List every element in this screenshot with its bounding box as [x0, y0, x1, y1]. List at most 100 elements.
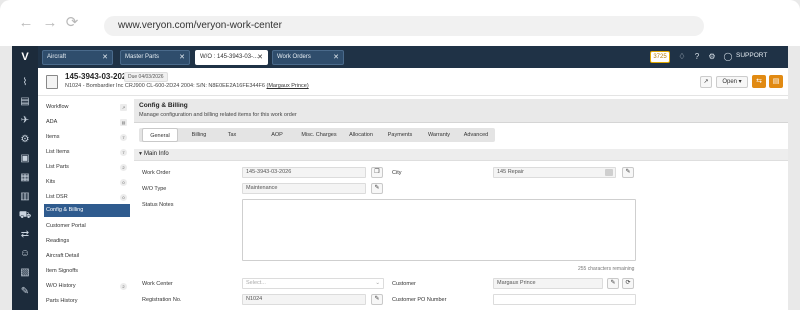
invoice-icon[interactable]: ▥ — [18, 190, 32, 204]
sidebar-item-ada[interactable]: ADA ▤ — [44, 116, 130, 129]
people-icon[interactable]: ☺ — [18, 247, 32, 261]
chart-icon[interactable]: ⌇ — [18, 76, 32, 90]
sidebar-item-list-parts[interactable]: List Parts 2 — [44, 161, 130, 174]
sidebar-item-label: Item Signoffs — [46, 268, 78, 274]
status-dropdown[interactable]: Open ▾ — [716, 76, 748, 88]
tool-icon[interactable]: ⚙ — [18, 133, 32, 147]
section-header: Config & Billing Manage configuration an… — [134, 99, 788, 123]
tab-work-order[interactable]: W/O : 145-3943-03-... ✕ — [195, 50, 268, 65]
copy-icon[interactable]: ❐ — [371, 167, 383, 178]
chevron-down-icon: ⌄ — [375, 280, 380, 286]
edit-icon[interactable]: ✎ — [371, 183, 383, 194]
work-center-placeholder: Select... — [246, 280, 266, 286]
app-window: V ⌇ ▤ ✈ ⚙ ▣ ▦ ▥ ⛟ ⇄ ☺ ▧ ✎ Aircraft ✕ Mast… — [12, 46, 788, 310]
wo-type-field: Maintenance — [242, 183, 366, 194]
tab-master-parts[interactable]: Master Parts ✕ — [120, 50, 190, 65]
sidebar-item-label: List DSR — [46, 194, 68, 200]
work-order-number: 145-3943-03-2026 — [65, 72, 131, 81]
sidebar-item-label: Customer Portal — [46, 223, 86, 229]
arrow-left-icon[interactable]: ← — [18, 15, 34, 31]
arrow-right-icon[interactable]: → — [42, 15, 58, 31]
close-icon[interactable]: ✕ — [257, 51, 263, 64]
status-notes-textarea[interactable] — [242, 199, 636, 261]
signoff-icon[interactable]: ⇆ — [752, 75, 766, 88]
tab-work-orders[interactable]: Work Orders ✕ — [272, 50, 344, 65]
close-icon[interactable]: ✕ — [102, 51, 108, 64]
gear-icon[interactable]: ⚙ — [706, 51, 718, 63]
tab-warranty[interactable]: Warranty — [422, 128, 456, 142]
city-value: 145 Repair — [497, 169, 524, 175]
sidebar-item-label: Kits — [46, 179, 56, 185]
cart-icon[interactable]: ⛟ — [18, 209, 32, 223]
user-icon[interactable]: ◯ — [722, 51, 734, 63]
sidebar-item-kits[interactable]: Kits 0 — [44, 176, 130, 189]
tab-label: Aircraft — [47, 54, 67, 60]
briefcase-icon[interactable]: ▣ — [18, 152, 32, 166]
help-icon[interactable]: ? — [691, 51, 703, 63]
support-link[interactable]: SUPPORT — [736, 52, 767, 59]
sidebar-item-label: W/O History — [46, 283, 76, 289]
sidebar-item-config-billing[interactable]: Config & Billing — [44, 204, 130, 217]
count-badge: 0 — [120, 194, 127, 201]
report-icon[interactable]: ▧ — [18, 266, 32, 280]
edit-icon[interactable]: ✎ — [371, 294, 383, 305]
description-text: N1024 - Bombardier Inc CRJ900 CL-600-2D2… — [65, 83, 265, 89]
browser-toolbar: ← → ⟳ www.veryon.com/veryon-work-center — [0, 0, 800, 46]
sidebar-item-list-items[interactable]: List Items 7 — [44, 146, 130, 159]
customer-po-input[interactable] — [493, 294, 636, 305]
sidebar-item-label: Aircraft Detail — [46, 253, 80, 259]
tab-aircraft[interactable]: Aircraft ✕ — [42, 50, 113, 65]
tab-misc-charges[interactable]: Misc. Charges — [297, 128, 341, 142]
registration-field: N1024 — [242, 294, 366, 305]
status-label: Open — [722, 79, 737, 85]
tab-label: Master Parts — [125, 54, 160, 60]
print-icon[interactable]: ▤ — [769, 75, 783, 88]
wrench-icon[interactable]: ✎ — [18, 285, 32, 299]
main-info-label: Main Info — [144, 151, 169, 157]
work-order-field: 145-3943-03-2026 — [242, 167, 366, 178]
tab-payments[interactable]: Payments — [382, 128, 418, 142]
sidebar-item-label: List Items — [46, 149, 70, 155]
sidebar-item-wo-history[interactable]: W/O History 2 — [44, 280, 130, 293]
caret-down-icon: ▼ — [138, 151, 143, 157]
sidebar-item-item-signoffs[interactable]: Item Signoffs — [44, 265, 130, 278]
main-info-header[interactable]: ▼ Main Info — [134, 149, 788, 161]
edit-icon[interactable]: ✎ — [607, 278, 619, 289]
edit-icon[interactable]: ✎ — [622, 167, 634, 178]
sidebar-item-workflow[interactable]: Workflow ↗ — [44, 101, 130, 114]
close-icon[interactable]: ✕ — [333, 51, 339, 64]
wo-type-label: W/O Type — [142, 186, 167, 192]
sidebar-item-items[interactable]: Items 7 — [44, 131, 130, 144]
tab-tax[interactable]: Tax — [219, 128, 245, 142]
sidebar-item-label: Parts History — [46, 298, 78, 304]
count-badge[interactable]: 3725 — [650, 51, 670, 63]
transfer-icon[interactable]: ⇄ — [18, 228, 32, 242]
sidebar-item-list-dsr[interactable]: List DSR 0 — [44, 191, 130, 204]
tab-aop[interactable]: AOP — [263, 128, 291, 142]
sidebar-item-readings[interactable]: Readings — [44, 235, 130, 248]
assignee-link[interactable]: (Margaux Prince) — [266, 83, 308, 89]
registration-label: Registration No. — [142, 297, 182, 303]
sub-tab-bar: General Billing Tax AOP Misc. Charges Al… — [139, 128, 495, 142]
close-icon[interactable]: ✕ — [179, 51, 185, 64]
tab-advanced[interactable]: Advanced — [459, 128, 493, 142]
tab-billing[interactable]: Billing — [183, 128, 215, 142]
tab-general[interactable]: General — [142, 128, 178, 142]
reload-icon[interactable]: ⟳ — [64, 15, 80, 31]
sidebar-item-customer-portal[interactable]: Customer Portal — [44, 220, 130, 233]
work-order-description: N1024 - Bombardier Inc CRJ900 CL-600-2D2… — [65, 83, 309, 89]
work-center-select[interactable]: Select... ⌄ — [242, 278, 384, 289]
bell-icon[interactable]: ♢ — [676, 51, 688, 63]
count-badge: 7 — [120, 134, 127, 141]
tab-allocation[interactable]: Allocation — [344, 128, 378, 142]
document-icon[interactable]: ▤ — [18, 95, 32, 109]
address-bar[interactable]: www.veryon.com/veryon-work-center — [104, 16, 704, 36]
work-order-sidebar: Workflow ↗ ADA ▤ Items 7 List Items 7 List P… — [42, 99, 130, 310]
refresh-icon[interactable]: ⟳ — [622, 278, 634, 289]
sidebar-item-aircraft-detail[interactable]: Aircraft Detail — [44, 250, 130, 263]
work-center-label: Work Center — [142, 281, 173, 287]
box-icon[interactable]: ▦ — [18, 171, 32, 185]
plane-icon[interactable]: ✈ — [18, 114, 32, 128]
external-link-icon[interactable]: ↗ — [700, 76, 712, 88]
sidebar-item-parts-history[interactable]: Parts History — [44, 295, 130, 308]
